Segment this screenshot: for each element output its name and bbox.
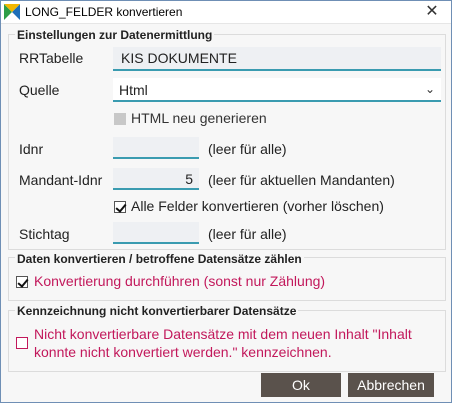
html-neu-label: HTML neu generieren	[131, 110, 267, 126]
alle-felder-label: Alle Felder konvertieren (vorher löschen…	[131, 198, 384, 214]
idnr-field[interactable]	[113, 137, 199, 159]
app-logo-icon	[4, 4, 20, 20]
rrtabelle-label: RRTabelle	[19, 50, 84, 66]
mandant-field[interactable]: 5	[113, 168, 199, 190]
window-title: LONG_FELDER konvertieren	[25, 5, 183, 19]
title-bar: LONG_FELDER konvertieren ✕	[1, 1, 451, 24]
mandant-hint: (leer für aktuellen Mandanten)	[208, 172, 395, 188]
stichtag-field[interactable]	[113, 222, 199, 244]
stichtag-hint: (leer für alle)	[208, 226, 287, 242]
quelle-value: Html	[119, 82, 148, 98]
convert-group-title: Daten konvertieren / betroffene Datensät…	[15, 252, 304, 266]
stichtag-label: Stichtag	[19, 226, 70, 242]
idnr-hint: (leer für alle)	[208, 141, 287, 157]
alle-felder-checkbox[interactable]	[114, 201, 126, 213]
mark-checkbox[interactable]	[16, 337, 28, 349]
rrtabelle-value: KIS DOKUMENTE	[121, 50, 237, 66]
rrtabelle-field[interactable]: KIS DOKUMENTE	[113, 47, 441, 71]
ok-button[interactable]: Ok	[261, 373, 341, 397]
quelle-label: Quelle	[19, 82, 60, 98]
cancel-button[interactable]: Abbrechen	[348, 373, 434, 397]
mark-label-line1: Nicht konvertierbare Datensätze mit dem …	[34, 326, 412, 342]
idnr-label: Idnr	[19, 141, 44, 157]
dialog-window: LONG_FELDER konvertieren ✕ Einstellungen…	[0, 0, 452, 403]
mandant-value: 5	[185, 171, 193, 187]
convert-label: Konvertierung durchführen (sonst nur Zäh…	[34, 273, 326, 289]
convert-checkbox[interactable]	[16, 276, 28, 288]
chevron-down-icon: ⌄	[424, 82, 435, 96]
close-icon: ✕	[425, 3, 439, 20]
mark-label-line2: konnte nicht konvertiert werden." kennze…	[34, 344, 332, 360]
settings-group-title: Einstellungen zur Datenermittlung	[15, 28, 215, 42]
html-neu-checkbox[interactable]	[114, 113, 126, 125]
mark-group-title: Kennzeichnung nicht konvertierbarer Date…	[15, 304, 299, 318]
close-button[interactable]: ✕	[421, 2, 443, 22]
mandant-label: Mandant-Idnr	[19, 172, 103, 188]
quelle-select[interactable]: Html ⌄	[113, 78, 441, 102]
